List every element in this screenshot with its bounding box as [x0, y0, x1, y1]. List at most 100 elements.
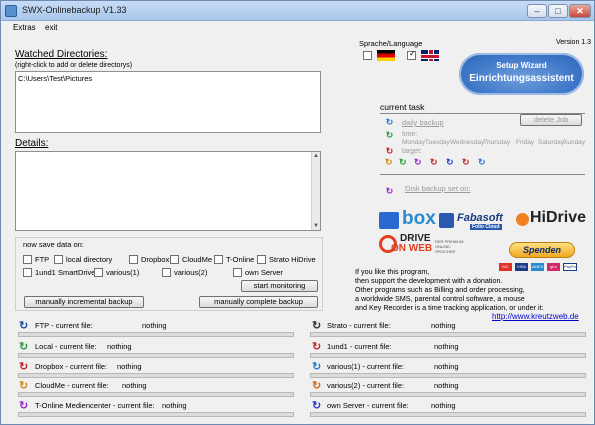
- details-textarea[interactable]: ▲ ▼: [15, 151, 321, 231]
- 1und1-status-label: 1und1 - current file:: [327, 342, 392, 351]
- minimize-button[interactable]: –: [527, 4, 547, 18]
- mastercard-icon: MC: [499, 263, 512, 271]
- day-sunday: Sunday: [563, 139, 586, 146]
- t-online-label: T-Online: [226, 255, 255, 264]
- t-online-checkbox[interactable]: [214, 255, 223, 264]
- day-thursday: Thursday: [483, 139, 511, 146]
- info-line-4: a worldwide SMS, parental control softwa…: [355, 294, 525, 303]
- info-line-5: and Key Recorder is a time tracking appl…: [355, 303, 544, 312]
- main-window: SWX-Onlinebackup V1.33 – □ ✕ Extras exit…: [0, 0, 595, 425]
- 1und1-progress-bar: [310, 353, 586, 358]
- 1und1-smartdrive-checkbox[interactable]: [23, 268, 32, 277]
- incremental-backup-button[interactable]: manually incremental backup: [24, 296, 144, 308]
- list-item[interactable]: C:\Users\Test\Pictures: [18, 74, 92, 83]
- dropbox-checkbox[interactable]: [129, 255, 138, 264]
- maximize-button[interactable]: □: [548, 4, 568, 18]
- disk-icon: ↻: [385, 186, 394, 196]
- cloudme-status-value: nothing: [122, 381, 147, 390]
- fabasoft-icon: [439, 213, 454, 228]
- box-logo: box: [402, 208, 436, 229]
- various2-checkbox[interactable]: [162, 268, 171, 277]
- local-status-value: nothing: [107, 342, 132, 351]
- delete-job-button[interactable]: delete Job: [520, 114, 582, 126]
- own-server-status-icon: ↻: [312, 400, 322, 412]
- dropbox-progress-bar: [18, 373, 294, 378]
- 1und1-status-icon: ↻: [312, 341, 322, 353]
- info-line-3: Other programs such as Billing and order…: [355, 285, 525, 294]
- version-label: Version 1.3: [556, 39, 592, 46]
- day-monday: Monday: [402, 139, 426, 146]
- dropbox-status-label: Dropbox - current file:: [35, 362, 108, 371]
- 1und1-status-value: nothing: [434, 342, 459, 351]
- ftp-status-icon: ↻: [19, 320, 29, 332]
- donate-button[interactable]: Spenden: [509, 242, 575, 258]
- ftp-label: FTP: [35, 255, 50, 264]
- various1-checkbox[interactable]: [94, 268, 103, 277]
- strato-status-label: Strato - current file:: [327, 321, 391, 330]
- various1-status-value: nothing: [434, 362, 459, 371]
- own-server-status-label: own Server - current file:: [327, 401, 409, 410]
- day-wednesday: Wednesday: [450, 139, 485, 146]
- own-server-checkbox[interactable]: [233, 268, 242, 277]
- dropbox-logo-icon: [379, 212, 399, 229]
- task-divider-2: [380, 174, 585, 175]
- scroll-up-icon[interactable]: ▲: [312, 152, 320, 160]
- tonline-status-label: T-Online Mediencenter - current file:: [35, 401, 155, 410]
- cloudme-checkbox[interactable]: [170, 255, 179, 264]
- local-progress-bar: [18, 353, 294, 358]
- own-server-progress-bar: [310, 412, 586, 417]
- local-directory-label: local directory: [66, 255, 113, 264]
- various2-status-label: various(2) - current file:: [327, 381, 405, 390]
- target-dropbox-icon: ↻: [430, 157, 438, 167]
- german-checkbox[interactable]: [363, 51, 372, 60]
- daily-backup-link[interactable]: daily backup: [402, 118, 444, 127]
- local-directory-checkbox[interactable]: [54, 255, 63, 264]
- english-checkbox[interactable]: [407, 49, 416, 60]
- strato-hidrive-checkbox[interactable]: [257, 255, 266, 264]
- disk-backup-link[interactable]: Disk backup set on:: [405, 184, 470, 193]
- window-title: SWX-Onlinebackup V1.33: [22, 5, 127, 15]
- time-icon: ↻: [385, 130, 394, 140]
- website-link[interactable]: http://www.kreutzweb.de: [492, 312, 579, 321]
- watched-directories-hint: (right-click to add or delete directorys…: [15, 62, 133, 69]
- target-server-icon: ↻: [446, 157, 454, 167]
- amex-icon: AMEX: [531, 263, 544, 271]
- target-icon: ↻: [385, 146, 394, 156]
- tonline-status-icon: ↻: [19, 400, 29, 412]
- various1-status-label: various(1) - current file:: [327, 362, 405, 371]
- target-1und1-icon: ↻: [462, 157, 470, 167]
- strato-status-value: nothing: [431, 321, 456, 330]
- menu-extras[interactable]: Extras: [13, 23, 36, 32]
- target-tonline-icon: ↻: [414, 157, 422, 167]
- menu-exit[interactable]: exit: [45, 23, 57, 32]
- visa-icon: VISA: [515, 263, 528, 271]
- menu-bar: Extras exit: [1, 21, 594, 35]
- uk-flag-icon: [421, 50, 439, 61]
- start-monitoring-button[interactable]: start monitoring: [241, 280, 318, 292]
- target-local-icon: ↻: [399, 157, 407, 167]
- watched-directories-list[interactable]: C:\Users\Test\Pictures: [15, 71, 321, 133]
- cloudme-label: CloudMe: [182, 255, 213, 264]
- time-label: time:: [402, 131, 418, 138]
- tonline-status-value: nothing: [162, 401, 187, 410]
- ftp-checkbox[interactable]: [23, 255, 32, 264]
- dropbox-status-value: nothing: [117, 362, 142, 371]
- cloudme-status-icon: ↻: [19, 380, 29, 392]
- target-label: target:: [402, 148, 422, 155]
- dropbox-status-icon: ↻: [19, 361, 29, 373]
- complete-backup-button[interactable]: manually complete backup: [199, 296, 318, 308]
- various2-status-icon: ↻: [312, 380, 322, 392]
- strato-hidrive-label: Strato HiDrive: [269, 255, 316, 264]
- save-options-label: now save data on:: [23, 240, 84, 249]
- details-scrollbar[interactable]: ▲ ▼: [311, 152, 320, 230]
- title-bar[interactable]: SWX-Onlinebackup V1.33 – □ ✕: [1, 1, 594, 21]
- tonline-progress-bar: [18, 412, 294, 417]
- strato-progress-bar: [310, 332, 586, 337]
- close-button[interactable]: ✕: [569, 4, 591, 18]
- scroll-down-icon[interactable]: ▼: [312, 222, 320, 230]
- various1-label: various(1): [106, 268, 140, 277]
- fabasoft-sub: Folio Cloud: [470, 224, 502, 230]
- local-status-icon: ↻: [19, 341, 29, 353]
- cloudme-progress-bar: [18, 392, 294, 397]
- setup-wizard-button[interactable]: Setup Wizard Einrichtungsassistent: [459, 53, 584, 95]
